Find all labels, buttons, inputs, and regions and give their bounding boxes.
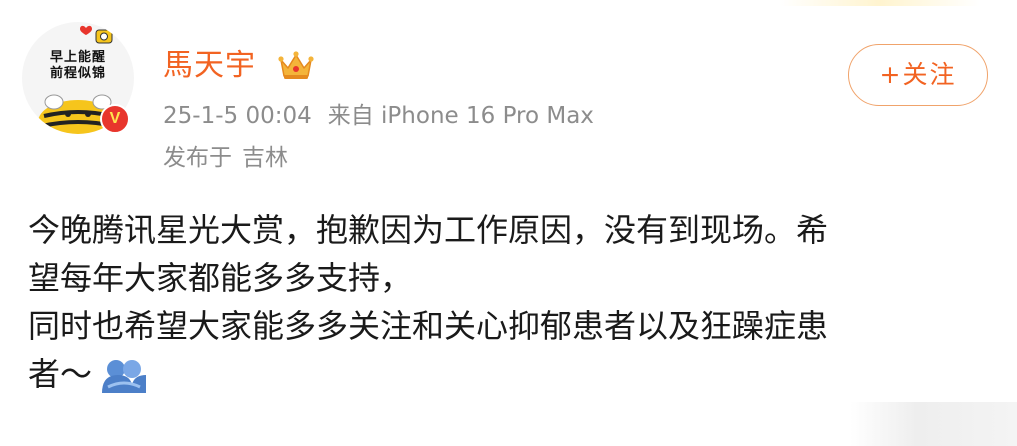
location-prefix: 发布于 <box>163 145 232 171</box>
post-text-line-1: 今晚腾讯星光大赏，抱歉因为工作原因，没有到现场。希 <box>28 211 829 249</box>
hug-emoji-icon <box>102 360 147 393</box>
avatar-caption: 早上能醒 前程似锦 <box>49 50 106 81</box>
follow-button[interactable]: +关注 <box>848 44 988 106</box>
top-highlight-decoration <box>780 0 980 6</box>
crown-vip-icon[interactable] <box>278 50 314 82</box>
post-text-line-3: 同时也希望大家能多多关注和关心抑郁患者以及狂躁症患 <box>28 307 829 345</box>
post-text-line-4: 者～ <box>28 355 93 393</box>
post-source: 来自 iPhone 16 Pro Max <box>327 103 594 129</box>
post-location: 发布于 吉林 <box>163 141 288 175</box>
post-timestamp[interactable]: 25-1-5 00:04 <box>163 103 312 129</box>
post-meta: 25-1-5 00:04 来自 iPhone 16 Pro Max <box>163 99 594 133</box>
location-name: 吉林 <box>242 145 288 171</box>
post-text-line-4-wrapper: 者～ <box>28 350 1003 398</box>
corner-fade-decoration <box>850 402 1017 446</box>
post-text-line-2: 望每年大家都能多多支持， <box>28 259 413 297</box>
weibo-post: 早上能醒 前程似锦 V 馬天宇 25-1-5 00:04 来自 iPhone 16… <box>0 0 1017 446</box>
post-content: 今晚腾讯星光大赏，抱歉因为工作原因，没有到现场。希 望每年大家都能多多支持， 同… <box>28 206 1003 398</box>
username[interactable]: 馬天宇 <box>163 46 256 86</box>
verified-badge-icon: V <box>100 104 130 134</box>
